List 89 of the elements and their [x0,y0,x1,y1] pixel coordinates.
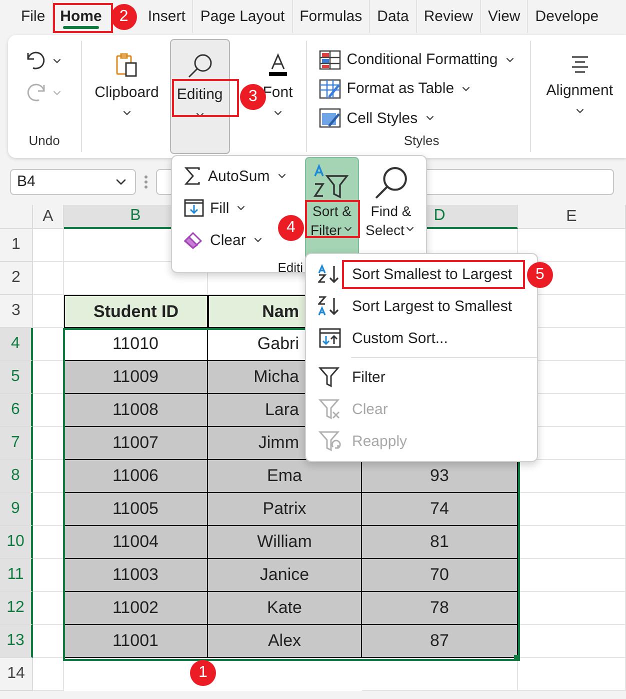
ribbon-tab[interactable]: Home [52,0,109,33]
table-cell: Janice [208,559,362,592]
ribbon-tab[interactable]: Insert [140,0,192,33]
filter-icon [318,366,342,388]
row-header[interactable]: 14 [0,658,33,691]
table-cell: 11007 [64,427,208,460]
drag-handle-icon [144,174,148,190]
autosum-button[interactable]: AutoSum [184,160,288,192]
table-cell: 11001 [64,625,208,658]
row-header[interactable]: 8 [0,460,33,493]
group-label: Undo [28,133,60,148]
reapply-filter-icon [318,430,342,452]
table-cell: Alex [208,625,362,658]
sheet-cell[interactable] [518,493,626,526]
ribbon-button[interactable]: Alignment [539,39,620,122]
row-header[interactable]: 10 [0,526,33,559]
table-cell: 11010 [64,328,208,361]
sheet-cell[interactable] [518,592,626,625]
select-all-corner[interactable] [0,205,33,229]
ribbon-button[interactable]: Editing [170,39,230,154]
column-header[interactable]: E [518,205,626,229]
ribbon-button[interactable]: Conditional Formatting [318,45,516,74]
ribbon-tab[interactable]: View [480,0,528,33]
sheet-cell[interactable] [518,658,626,691]
table-cell: 11008 [64,394,208,427]
row-header[interactable]: 2 [0,262,33,295]
row-header[interactable]: 4 [0,328,33,361]
row-header[interactable]: 13 [0,625,33,658]
table-cell: 93 [362,460,518,493]
group-label: Editi [276,260,304,274]
table-cell: 11009 [64,361,208,394]
row-header[interactable]: 7 [0,427,33,460]
table-cell: 11005 [64,493,208,526]
sigma-icon [184,167,202,185]
clipboard-icon [114,52,139,78]
table-cell: 87 [362,625,518,658]
fill-handle[interactable] [514,655,520,661]
row-header[interactable]: 12 [0,592,33,625]
ribbon-tab[interactable]: File [14,0,52,33]
conditional-formatting-icon [318,50,341,70]
sheet-cell[interactable] [518,559,626,592]
fill-down-icon [184,199,204,217]
row-header[interactable]: 5 [0,361,33,394]
sheet-cell[interactable] [362,658,518,691]
ribbon-tab[interactable]: Data [369,0,416,33]
table-cell: 11004 [64,526,208,559]
custom-sort-icon [318,327,342,349]
table-cell: 78 [362,592,518,625]
table-cell: William [208,526,362,559]
clear-filter-icon [318,398,342,420]
ribbon-tab[interactable]: Page Layout [192,0,292,33]
row-header[interactable]: 9 [0,493,33,526]
table-cell: 11006 [64,460,208,493]
highlight-frame [305,200,360,238]
cell-styles-icon [318,108,341,128]
table-cell: 11003 [64,559,208,592]
ribbon-tab[interactable]: Develope [527,0,606,33]
highlight-frame [172,79,239,117]
sheet-cell[interactable] [33,229,64,262]
sheet-cell[interactable] [33,658,64,691]
row-header[interactable]: 3 [0,295,33,328]
ribbon-button[interactable]: Format as Table [318,74,472,104]
sheet-cell[interactable] [33,262,64,295]
sheet-cell[interactable] [518,625,626,658]
table-cell: 74 [362,493,518,526]
ribbon-button[interactable]: Clipboard [88,39,166,154]
format-as-table-icon [318,78,341,99]
group-label: Styles [404,133,440,148]
sheet-cell[interactable] [518,526,626,559]
column-header[interactable]: A [33,205,64,229]
name-box[interactable]: B4 [10,168,136,194]
eraser-icon [184,231,204,249]
table-cell: Ema [208,460,362,493]
row-header[interactable]: 1 [0,229,33,262]
ribbon-tab[interactable]: Review [416,0,480,33]
table-cell: Patrix [208,493,362,526]
highlight-frame [53,3,113,33]
table-cell: Kate [208,592,362,625]
column-header-cell: Student ID [64,295,208,328]
row-header[interactable]: 11 [0,559,33,592]
table-cell: 11002 [64,592,208,625]
ribbon-tab[interactable]: Formulas [292,0,370,33]
row-header[interactable]: 6 [0,394,33,427]
table-cell: 70 [362,559,518,592]
step-badge: 2 [110,4,137,30]
ribbon-button[interactable]: Cell Styles [318,104,436,133]
table-cell: 81 [362,526,518,559]
undo-icon[interactable] [25,51,48,71]
search-icon [186,52,214,80]
